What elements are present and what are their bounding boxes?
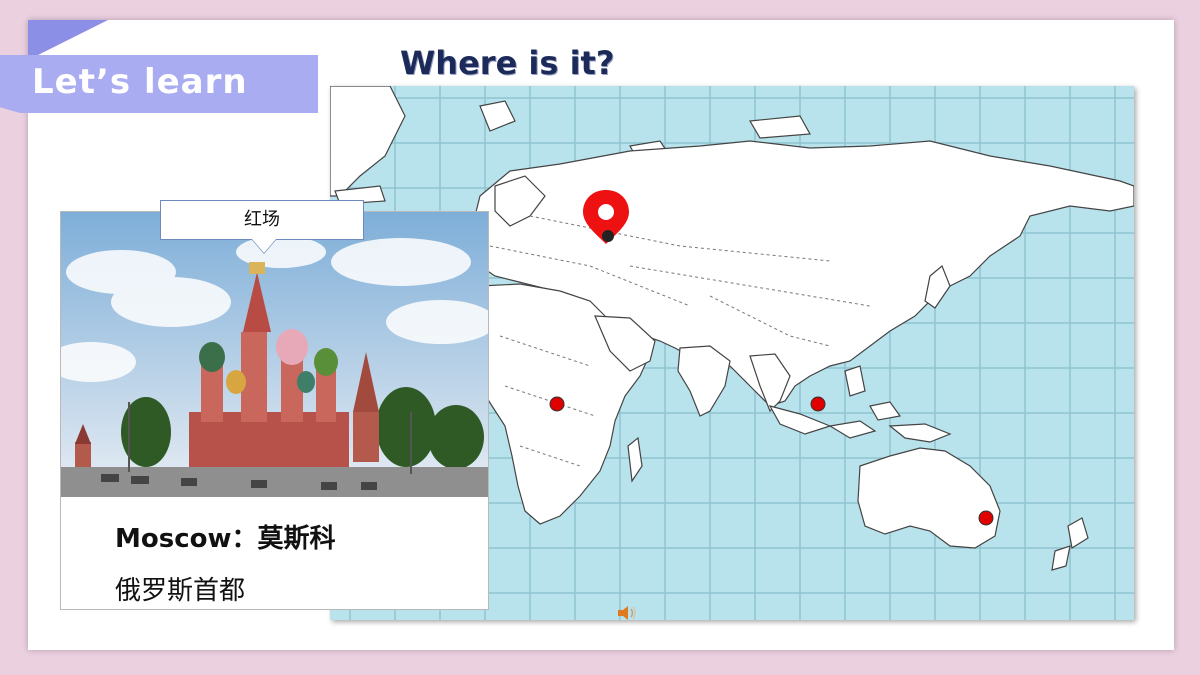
- callout-pointer: [252, 239, 276, 253]
- red-square-photo: [61, 212, 488, 497]
- marker-africa[interactable]: [549, 396, 565, 412]
- section-banner-label: Let’s learn: [32, 62, 248, 102]
- speaker-icon[interactable]: [616, 604, 638, 622]
- corner-decoration: [28, 20, 108, 60]
- city-description-caption: 俄罗斯首都: [115, 576, 246, 606]
- city-name-caption: Moscow：莫斯科: [115, 524, 336, 554]
- photo-callout-label: 红场: [160, 200, 364, 240]
- cathedral-illustration: [61, 212, 488, 497]
- page-title: Where is it?: [400, 44, 615, 82]
- photo-card: Moscow：莫斯科 俄罗斯首都: [60, 211, 489, 610]
- marker-australia[interactable]: [978, 510, 994, 526]
- marker-southeast-asia[interactable]: [810, 396, 826, 412]
